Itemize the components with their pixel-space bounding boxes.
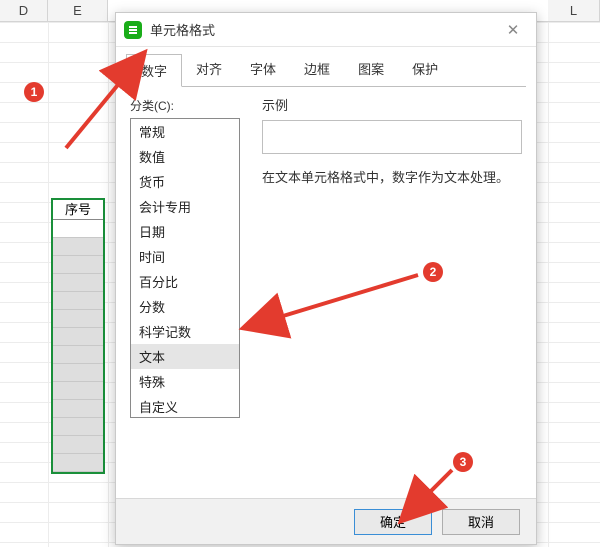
dialog-title: 单元格格式 (150, 20, 215, 39)
category-item-date[interactable]: 日期 (131, 219, 239, 244)
seq-cell[interactable] (53, 310, 103, 328)
col-header-l[interactable]: L (548, 0, 600, 21)
category-item-accounting[interactable]: 会计专用 (131, 194, 239, 219)
close-icon[interactable]: ✕ (498, 21, 528, 39)
seq-cell[interactable] (53, 328, 103, 346)
dialog-footer: 确定 取消 (116, 498, 536, 544)
seq-cell[interactable] (53, 256, 103, 274)
seq-header: 序号 (53, 200, 103, 220)
category-item-scientific[interactable]: 科学记数 (131, 319, 239, 344)
tab-pattern[interactable]: 图案 (344, 53, 398, 86)
seq-cell[interactable] (53, 364, 103, 382)
category-item-percentage[interactable]: 百分比 (131, 269, 239, 294)
seq-cell[interactable] (53, 220, 103, 238)
tab-protect[interactable]: 保护 (398, 53, 452, 86)
seq-cell[interactable] (53, 454, 103, 472)
seq-cell[interactable] (53, 274, 103, 292)
tab-font[interactable]: 字体 (236, 53, 290, 86)
category-item-special[interactable]: 特殊 (131, 369, 239, 394)
category-item-time[interactable]: 时间 (131, 244, 239, 269)
seq-cell[interactable] (53, 346, 103, 364)
cell-format-dialog: 单元格格式 ✕ 数字 对齐 字体 边框 图案 保护 分类(C): 常规 数值 货… (115, 12, 537, 545)
annotation-badge-2: 2 (423, 262, 443, 282)
format-hint: 在文本单元格格式中，数字作为文本处理。 (262, 168, 522, 189)
category-item-currency[interactable]: 货币 (131, 169, 239, 194)
seq-cell[interactable] (53, 382, 103, 400)
category-item-general[interactable]: 常规 (131, 119, 239, 144)
tab-align[interactable]: 对齐 (182, 53, 236, 86)
category-label: 分类(C): (130, 97, 240, 114)
seq-cell[interactable] (53, 436, 103, 454)
dialog-titlebar: 单元格格式 ✕ (116, 13, 536, 47)
cancel-button[interactable]: 取消 (442, 509, 520, 535)
annotation-badge-1: 1 (24, 82, 44, 102)
seq-cell[interactable] (53, 400, 103, 418)
tab-number[interactable]: 数字 (126, 54, 182, 87)
col-header-e[interactable]: E (48, 0, 108, 21)
annotation-badge-3: 3 (453, 452, 473, 472)
selected-column-box: 序号 (51, 198, 105, 474)
seq-cell[interactable] (53, 292, 103, 310)
ok-button[interactable]: 确定 (354, 509, 432, 535)
category-item-custom[interactable]: 自定义 (131, 394, 239, 418)
example-label: 示例 (262, 95, 522, 114)
category-item-text[interactable]: 文本 (131, 344, 239, 369)
col-header-d[interactable]: D (0, 0, 48, 21)
category-item-number[interactable]: 数值 (131, 144, 239, 169)
tab-bar: 数字 对齐 字体 边框 图案 保护 (116, 47, 536, 86)
category-item-fraction[interactable]: 分数 (131, 294, 239, 319)
seq-cell[interactable] (53, 238, 103, 256)
example-box (262, 120, 522, 154)
app-logo-icon (124, 21, 142, 39)
seq-cell[interactable] (53, 418, 103, 436)
category-list[interactable]: 常规 数值 货币 会计专用 日期 时间 百分比 分数 科学记数 文本 特殊 自定… (130, 118, 240, 418)
tab-border[interactable]: 边框 (290, 53, 344, 86)
